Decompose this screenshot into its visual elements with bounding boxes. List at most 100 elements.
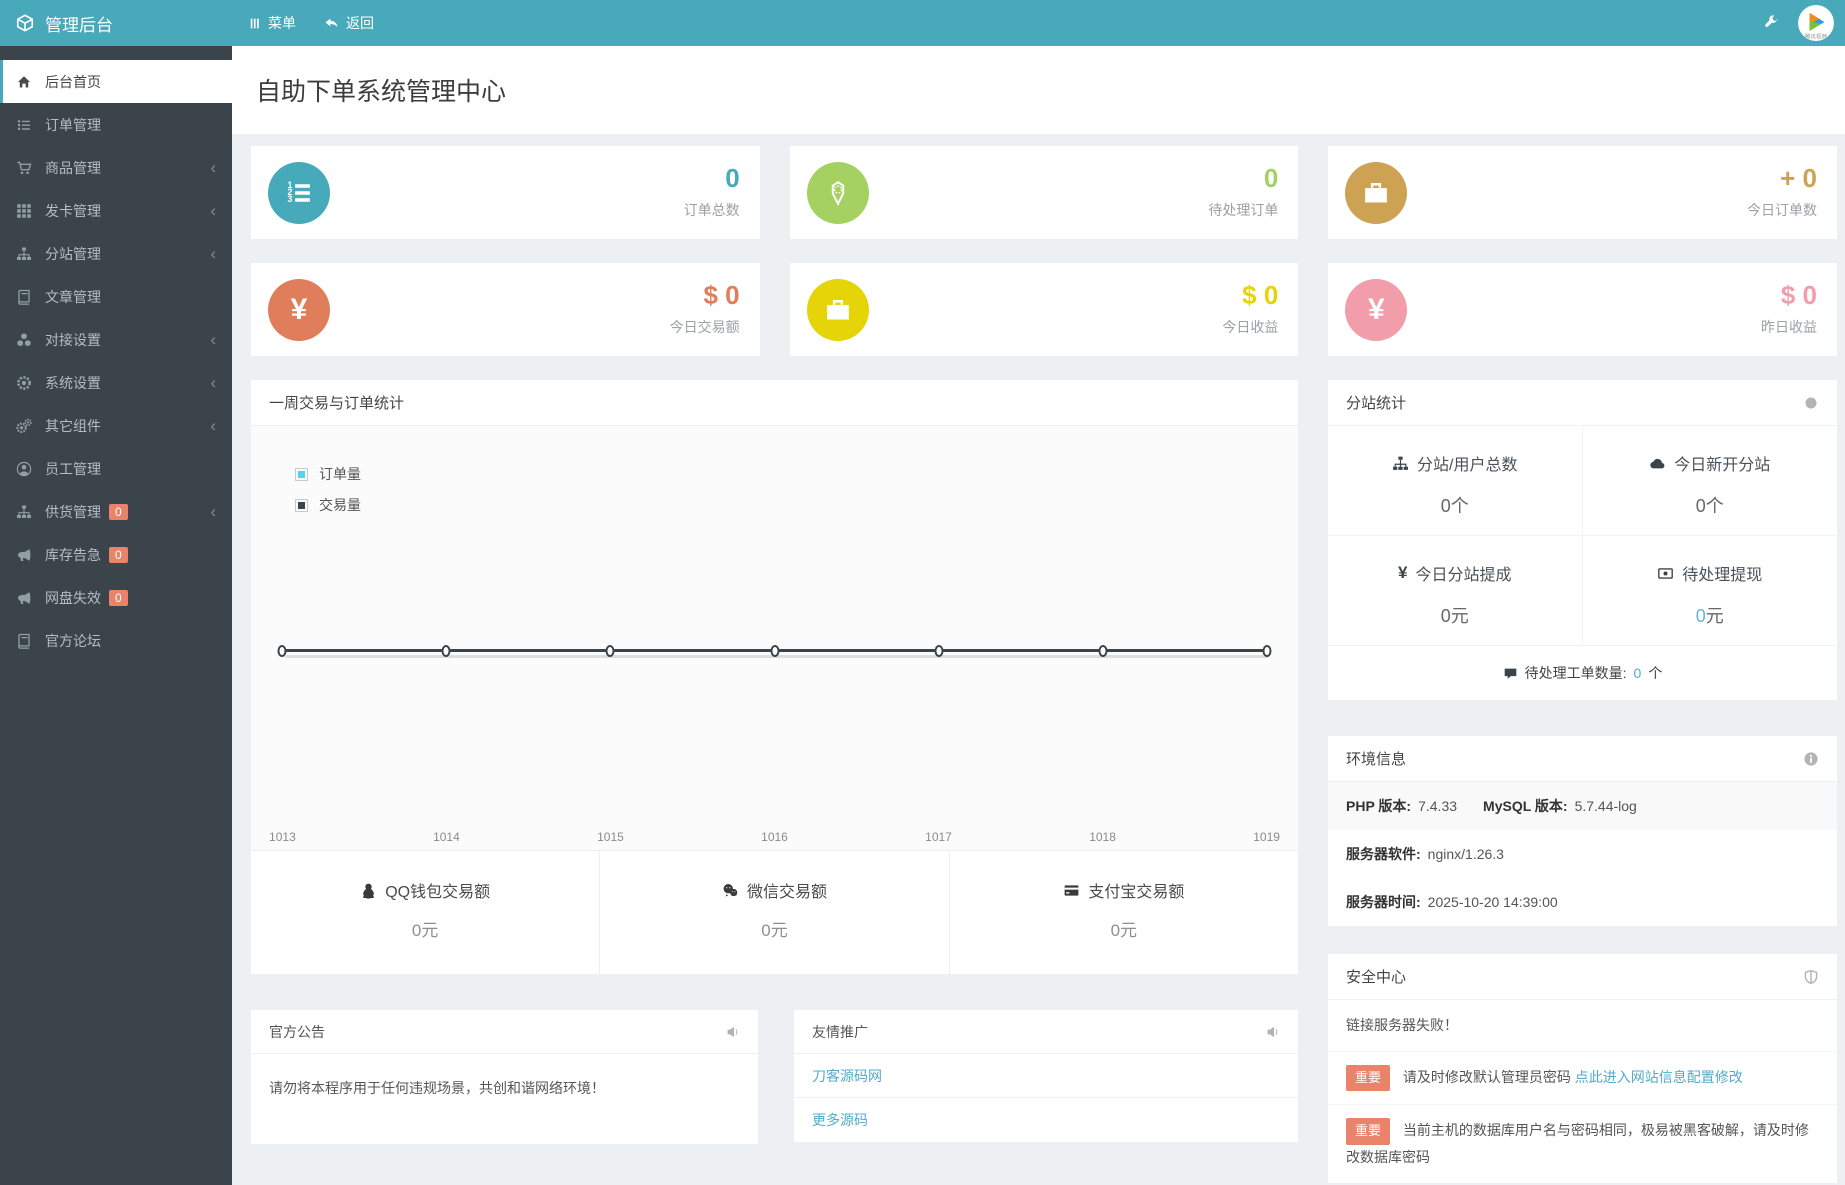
- branch-cell-total-users: 分站/用户总数 0个: [1328, 426, 1583, 536]
- chart-plot: 订单量 交易量 1013 1014 1015 1016 1017 1018 1019: [251, 426, 1298, 850]
- menu-toggle[interactable]: 菜单: [248, 13, 296, 33]
- sidebar-item-branches[interactable]: 分站管理 ‹: [0, 232, 232, 275]
- sidebar-item-cards[interactable]: 发卡管理 ‹: [0, 189, 232, 232]
- wallet-label: 支付宝交易额: [1088, 884, 1185, 901]
- brand[interactable]: 管理后台: [0, 11, 232, 36]
- legend-label: 交易量: [319, 497, 361, 513]
- branch-suffix: 个: [1705, 496, 1724, 516]
- php-version-label: PHP 版本:: [1346, 798, 1412, 814]
- notice-body: 请勿将本程序用于任何违规场景，共创和谐网络环境！: [269, 1080, 605, 1096]
- grid-icon: [16, 203, 32, 219]
- config-link[interactable]: 点此进入网站信息配置修改: [1575, 1069, 1743, 1085]
- wrench-icon[interactable]: [1763, 15, 1779, 31]
- stat-label: 今日收益: [1222, 318, 1279, 335]
- chart-legend: 订单量 交易量: [295, 464, 361, 526]
- bullhorn-icon: [16, 590, 32, 606]
- sidebar-item-label: 网盘失效: [45, 589, 101, 606]
- sidebar-item-netdisk[interactable]: 网盘失效 0: [0, 576, 232, 619]
- branch-suffix: 元: [1450, 606, 1469, 626]
- count-badge: 0: [109, 589, 128, 606]
- sidebar-item-system[interactable]: 系统设置 ‹: [0, 361, 232, 404]
- ordered-list-icon: [268, 161, 330, 224]
- legend-item-trades[interactable]: 交易量: [295, 495, 361, 515]
- dot-icon: [1803, 395, 1819, 411]
- info-icon: [1803, 751, 1819, 767]
- sidebar-item-label: 商品管理: [45, 159, 101, 176]
- sidebar-item-stock-alert[interactable]: 库存告急 0: [0, 533, 232, 576]
- important-badge: 重要: [1346, 1064, 1391, 1092]
- security-row-connection: 链接服务器失败！: [1328, 1000, 1837, 1052]
- sidebar-item-label: 发卡管理: [45, 202, 101, 219]
- chevron-left-icon: ‹: [210, 416, 216, 435]
- wallet-value: 0元: [411, 921, 439, 940]
- promo-link-more[interactable]: 更多源码: [812, 1110, 868, 1130]
- sidebar-item-label: 官方论坛: [45, 632, 101, 649]
- chart-point: [1262, 644, 1272, 657]
- wallet-value: 0元: [1110, 921, 1138, 940]
- ticket-count-suffix: 个: [1648, 665, 1663, 681]
- sidebar-item-forum[interactable]: 官方论坛: [0, 619, 232, 662]
- sidebar-item-staff[interactable]: 员工管理: [0, 447, 232, 490]
- branch-grid: 分站/用户总数 0个 今日新开分站 0个 ¥ 今日分站提成 0元 待处理提现 0…: [1328, 426, 1837, 646]
- sidebar-item-docking[interactable]: 对接设置 ‹: [0, 318, 232, 361]
- chevron-left-icon: ‹: [210, 502, 216, 521]
- wallet-stats-row: QQ钱包交易额 0元 微信交易额 0元 支付宝交易额 0元: [251, 850, 1298, 974]
- branch-suffix: 元: [1705, 606, 1724, 626]
- legend-swatch-orders: [295, 467, 308, 481]
- chart-x-label: 1018: [1089, 830, 1116, 844]
- stat-label: 订单总数: [683, 201, 740, 218]
- stat-value: $ 0: [1780, 280, 1817, 311]
- video-logo[interactable]: 腾讯视频: [1797, 4, 1835, 42]
- env-row-versions: PHP 版本: 7.4.33 MySQL 版本: 5.7.44-log: [1328, 782, 1837, 830]
- yen-icon: ¥: [1345, 278, 1408, 341]
- legend-item-orders[interactable]: 订单量: [295, 464, 361, 484]
- chart-title: 一周交易与订单统计: [269, 395, 405, 412]
- content: 0 订单总数 0 待处理订单 + 0 今日订单数 ¥ $ 0 今日交易额 $ 0…: [232, 134, 1845, 1183]
- server-time-label: 服务器时间:: [1346, 894, 1421, 910]
- chart-x-label: 1019: [1253, 830, 1280, 844]
- cubes-icon: [16, 332, 32, 348]
- count-badge: 0: [109, 546, 128, 563]
- chart-x-label: 1014: [433, 830, 460, 844]
- home-icon: [16, 74, 32, 90]
- stat-value: $ 0: [703, 280, 740, 311]
- stat-card-today-volume: ¥ $ 0 今日交易额: [251, 263, 760, 356]
- stat-label: 昨日收益: [1760, 318, 1817, 335]
- sidebar-item-products[interactable]: 商品管理 ‹: [0, 146, 232, 189]
- sidebar-item-label: 后台首页: [45, 73, 101, 90]
- shield-icon: [1803, 969, 1819, 985]
- notice-title: 官方公告: [269, 1023, 325, 1040]
- count-badge: 0: [109, 503, 128, 520]
- promo-link-daoke[interactable]: 刀客源码网: [812, 1066, 882, 1086]
- mysql-version-label: MySQL 版本:: [1483, 798, 1568, 814]
- bullhorn-icon: [16, 547, 32, 563]
- gem-icon: [806, 161, 869, 224]
- chevron-left-icon: ‹: [210, 201, 216, 220]
- cube-logo-icon: [15, 13, 35, 33]
- server-time-value: 2025-10-20 14:39:00: [1427, 894, 1558, 910]
- sidebar-item-label: 其它组件: [45, 417, 101, 434]
- sidebar-item-supply[interactable]: 供货管理 0 ‹: [0, 490, 232, 533]
- stat-card-total-orders: 0 订单总数: [251, 146, 760, 239]
- book-icon: [16, 633, 32, 649]
- sidebar-item-articles[interactable]: 文章管理: [0, 275, 232, 318]
- gear-icon: [16, 375, 32, 391]
- topbar-right: 腾讯视频: [1763, 4, 1845, 42]
- stat-card-yesterday-income: ¥ $ 0 昨日收益: [1328, 263, 1837, 356]
- sidebar-item-orders[interactable]: 订单管理: [0, 103, 232, 146]
- menu-label: 菜单: [268, 15, 296, 31]
- yen-icon: ¥: [1398, 563, 1408, 582]
- promo-header: 友情推广: [794, 1010, 1298, 1054]
- branch-cell-new-today: 今日新开分站 0个: [1582, 426, 1837, 536]
- back-button[interactable]: 返回: [324, 13, 374, 33]
- chevron-left-icon: ‹: [210, 244, 216, 263]
- chart-x-label: 1017: [925, 830, 952, 844]
- sidebar-item-home[interactable]: 后台首页: [0, 60, 232, 103]
- branch-header: 分站统计: [1328, 380, 1837, 426]
- chart-panel-header: 一周交易与订单统计: [251, 380, 1298, 426]
- stat-label: 待处理订单: [1208, 201, 1279, 218]
- sidebar-item-components[interactable]: 其它组件 ‹: [0, 404, 232, 447]
- sitemap-icon: [1392, 455, 1409, 472]
- env-header: 环境信息: [1328, 736, 1837, 782]
- ticket-count-label: 待处理工单数量:: [1524, 665, 1627, 681]
